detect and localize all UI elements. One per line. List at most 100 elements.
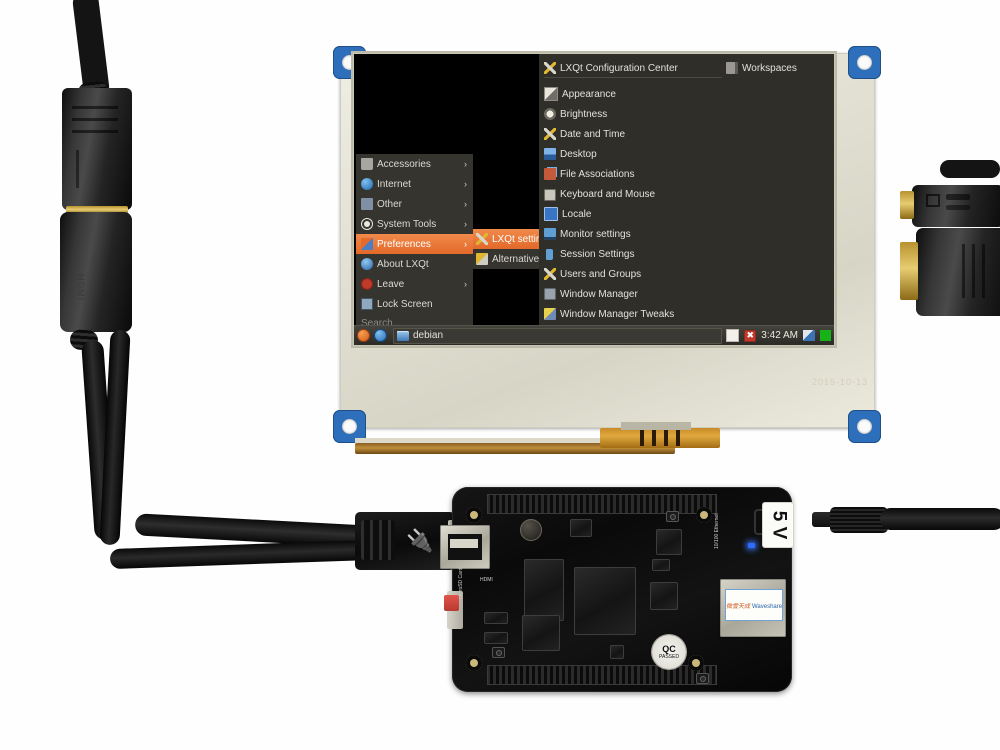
emmc-chip [522,615,560,651]
beaglebone-black-board: QC PASSED 微雪天成 Waveshare 10/100 Ethernet … [440,487,792,692]
chevron-right-icon: › [464,239,467,249]
reset-button[interactable] [696,673,709,684]
config-item-label: Session Settings [560,248,635,260]
menu-item-label: Leave [377,278,405,290]
ethernet-phy-chip [650,582,678,610]
monitor-icon [544,228,556,240]
boot-button[interactable] [492,647,505,658]
lxqt-main-menu: Accessories › Internet › Other › System … [356,154,473,332]
mounting-hole [688,655,704,671]
error-badge-icon[interactable]: ✖ [744,329,757,342]
menu-item-label: Internet [377,178,411,190]
config-item-keyboard-and-mouse[interactable]: Keyboard and Mouse [544,184,724,204]
expansion-header-p8 [487,494,717,514]
taskbar-window-label: debian [413,330,444,341]
config-item-brightness[interactable]: Brightness [544,104,724,124]
prefs-icon [361,238,373,250]
right-cable-upper [940,160,1000,178]
browser-icon[interactable] [374,329,387,342]
green-status-icon[interactable] [820,330,831,341]
ethernet-silkscreen: 10/100 Ethernet [714,513,720,549]
qc-line-1: QC [662,643,676,654]
power-button[interactable] [666,511,679,522]
ribbon-trace [664,430,668,446]
usb-trident-icon: 🔌 [406,528,434,553]
menu-item-about-lxqt[interactable]: About LXQt [356,254,473,274]
menu-item-label: About LXQt [377,258,429,270]
am335x-processor [574,567,636,635]
ddr3-memory-chip [524,559,564,621]
expansion-header-p9 [487,665,717,685]
lock-icon [361,298,373,310]
tools-icon [544,62,556,74]
power-cable [880,508,1000,530]
menu-item-other[interactable]: Other › [356,194,473,214]
menu-item-accessories[interactable]: Accessories › [356,154,473,174]
config-item-label: LXQt Configuration Center [560,62,678,74]
config-item-desktop[interactable]: Desktop [544,144,724,164]
config-item-window-manager[interactable]: Window Manager [544,284,724,304]
mount-tab-bottom-right [848,410,881,443]
taskbar-launchers [354,329,387,342]
chevron-right-icon: › [464,179,467,189]
taskbar-clock[interactable]: 3:42 AM [761,330,798,341]
submenu-item-lxqt-settings[interactable]: LXQt settings [473,229,539,249]
submenu-item-alternatives[interactable]: Alternatives [473,249,539,269]
hdmi-embossed-label: HDMI [76,274,86,301]
lcd-display-assembly: LXQt Configuration Center Appearance Bri… [325,38,890,454]
config-item-label: Desktop [560,148,597,160]
white-square-icon[interactable] [726,329,740,342]
power-icon [361,278,373,290]
config-item-workspaces[interactable]: Workspaces [726,58,826,78]
waveshare-label-cn: 微雪天成 [725,603,750,610]
config-item-date-and-time[interactable]: Date and Time [544,124,724,144]
power-led [748,543,755,548]
usb-cable-group [80,513,401,570]
qc-passed-sticker: QC PASSED [652,635,686,669]
crystal-oscillator [652,559,670,571]
locale-icon [544,207,558,221]
config-item-users-and-groups[interactable]: Users and Groups [544,264,724,284]
waveshare-label: 微雪天成 Waveshare [725,589,783,621]
mount-tab-top-right [848,46,881,79]
config-item-label: Workspaces [742,62,797,74]
display-icon[interactable] [803,330,815,341]
menu-item-leave[interactable]: Leave › [356,274,473,294]
config-item-label: Date and Time [560,128,626,140]
usb-host-port [440,525,490,569]
config-item-session-settings[interactable]: Session Settings [544,244,724,264]
config-item-lxqt-configuration-center[interactable]: LXQt Configuration Center [544,58,724,78]
pmic-chip [656,529,682,555]
config-column-right: Workspaces [726,58,826,78]
taskbar-window-button[interactable]: debian [393,327,723,344]
lxqt-desktop[interactable]: LXQt Configuration Center Appearance Bri… [354,54,834,345]
menu-item-lock-screen[interactable]: Lock Screen [356,294,473,314]
menu-item-system-tools[interactable]: System Tools › [356,214,473,234]
chevron-right-icon: › [464,279,467,289]
hdmi-male-connector [62,88,132,218]
keyboard-icon [544,189,556,201]
hdmi-connector-right-upper [900,185,1000,233]
folder-icon [397,330,409,341]
config-item-label: Keyboard and Mouse [560,188,656,200]
tools-icon [544,268,556,280]
config-item-file-associations[interactable]: File Associations [544,164,724,184]
config-item-monitor-settings[interactable]: Monitor settings [544,224,724,244]
window-manager-tweaks-icon [544,308,556,320]
ribbon-trace [676,430,680,446]
mounting-hole [466,655,482,671]
regulator-chip [484,632,508,644]
menu-item-internet[interactable]: Internet › [356,174,473,194]
mounting-hole [696,507,712,523]
lxqt-menu-icon[interactable] [357,329,370,342]
electrolytic-capacitor [520,519,542,541]
config-item-appearance[interactable]: Appearance [544,84,724,104]
config-column-left: LXQt Configuration Center Appearance Bri… [544,58,724,324]
hdmi-female-connector: HDMI [60,212,132,342]
config-item-locale[interactable]: Locale [544,204,724,224]
menu-item-preferences[interactable]: Preferences › [356,234,473,254]
menu-item-label: Other [377,198,403,210]
photo-date-watermark: 2015-10-13 [811,377,868,387]
config-item-window-manager-tweaks[interactable]: Window Manager Tweaks [544,304,724,324]
lxqt-application-menu: LXQt Configuration Center Appearance Bri… [354,54,834,345]
